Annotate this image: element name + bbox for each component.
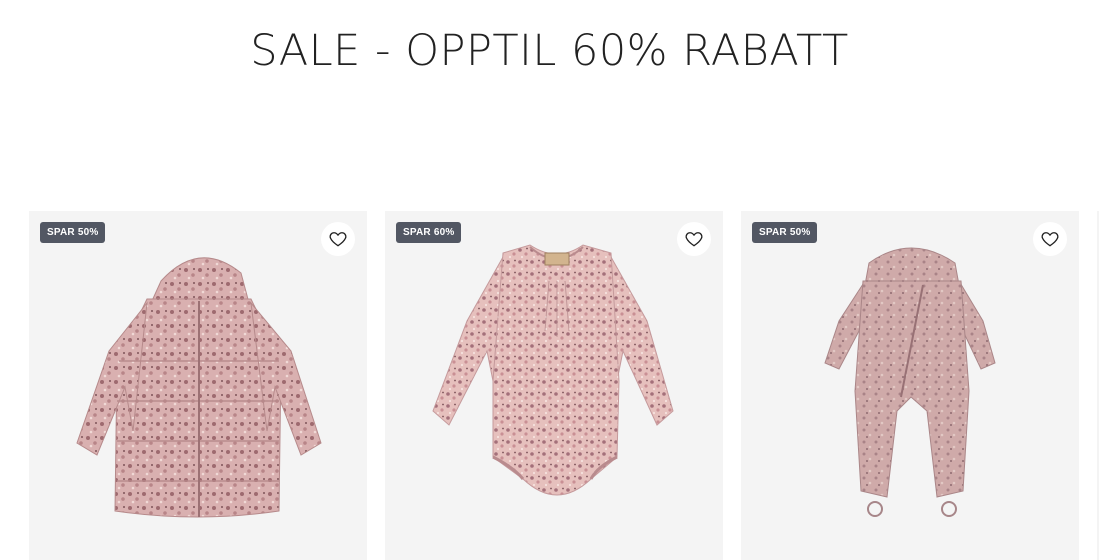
discount-badge: SPAR 60% (396, 222, 462, 243)
product-image-jacket[interactable] (29, 211, 367, 560)
product-image-snowsuit[interactable] (741, 211, 1079, 560)
favorite-button[interactable] (321, 222, 355, 256)
discount-badge: SPAR 50% (40, 222, 106, 243)
page-title: SALE - OPPTIL 60% RABATT (250, 26, 849, 76)
heart-icon (1041, 232, 1059, 247)
favorite-button[interactable] (677, 222, 711, 256)
favorite-button[interactable] (1033, 222, 1067, 256)
product-image-bodysuit[interactable] (385, 211, 723, 560)
product-card[interactable]: SPAR 60% (385, 211, 723, 560)
product-card[interactable]: SPAR 50% (741, 211, 1079, 560)
discount-badge: SPAR 50% (752, 222, 818, 243)
heart-icon (329, 232, 347, 247)
heart-icon (685, 232, 703, 247)
product-card[interactable]: SPAR 50% (29, 211, 367, 560)
